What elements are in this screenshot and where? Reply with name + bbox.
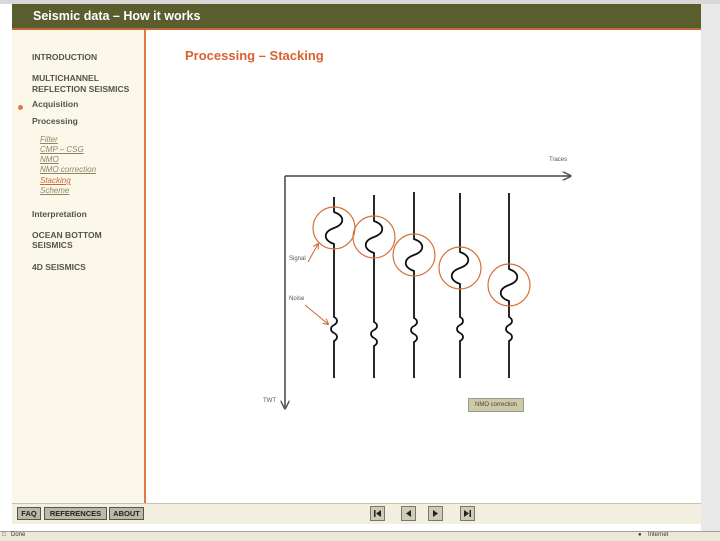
seismic-trace-1 [324, 197, 344, 378]
seismic-trace-5 [499, 193, 519, 378]
status-text: Done [11, 532, 26, 538]
noise-arrow [304, 304, 328, 324]
noise-label: Noise [289, 296, 305, 302]
previous-page-button[interactable] [401, 506, 416, 521]
traces-axis-label: Traces [549, 157, 568, 163]
signal-arrow [307, 244, 318, 263]
window-scrollbar[interactable] [701, 4, 720, 531]
references-tab[interactable]: REFERENCES [44, 507, 107, 520]
faq-tab[interactable]: FAQ [17, 507, 41, 520]
zone-text: Internet [648, 532, 669, 538]
next-icon [433, 510, 438, 517]
last-icon [464, 510, 471, 517]
page-icon: □ [2, 532, 6, 538]
nmo-correction-button[interactable]: NMO correction [468, 398, 524, 412]
first-icon [374, 510, 381, 517]
seismic-trace-4 [450, 193, 470, 378]
seismic-trace-3 [404, 192, 424, 378]
twt-axis-label: TWT [263, 398, 276, 404]
first-page-button[interactable] [370, 506, 385, 521]
next-page-button[interactable] [428, 506, 443, 521]
about-tab[interactable]: ABOUT [109, 507, 144, 520]
signal-label: Signal [289, 256, 306, 262]
seismic-trace-2 [364, 195, 384, 378]
last-page-button[interactable] [460, 506, 475, 521]
previous-icon [406, 510, 411, 517]
stacking-diagram [0, 0, 720, 540]
zone-icon: ● [638, 532, 642, 538]
